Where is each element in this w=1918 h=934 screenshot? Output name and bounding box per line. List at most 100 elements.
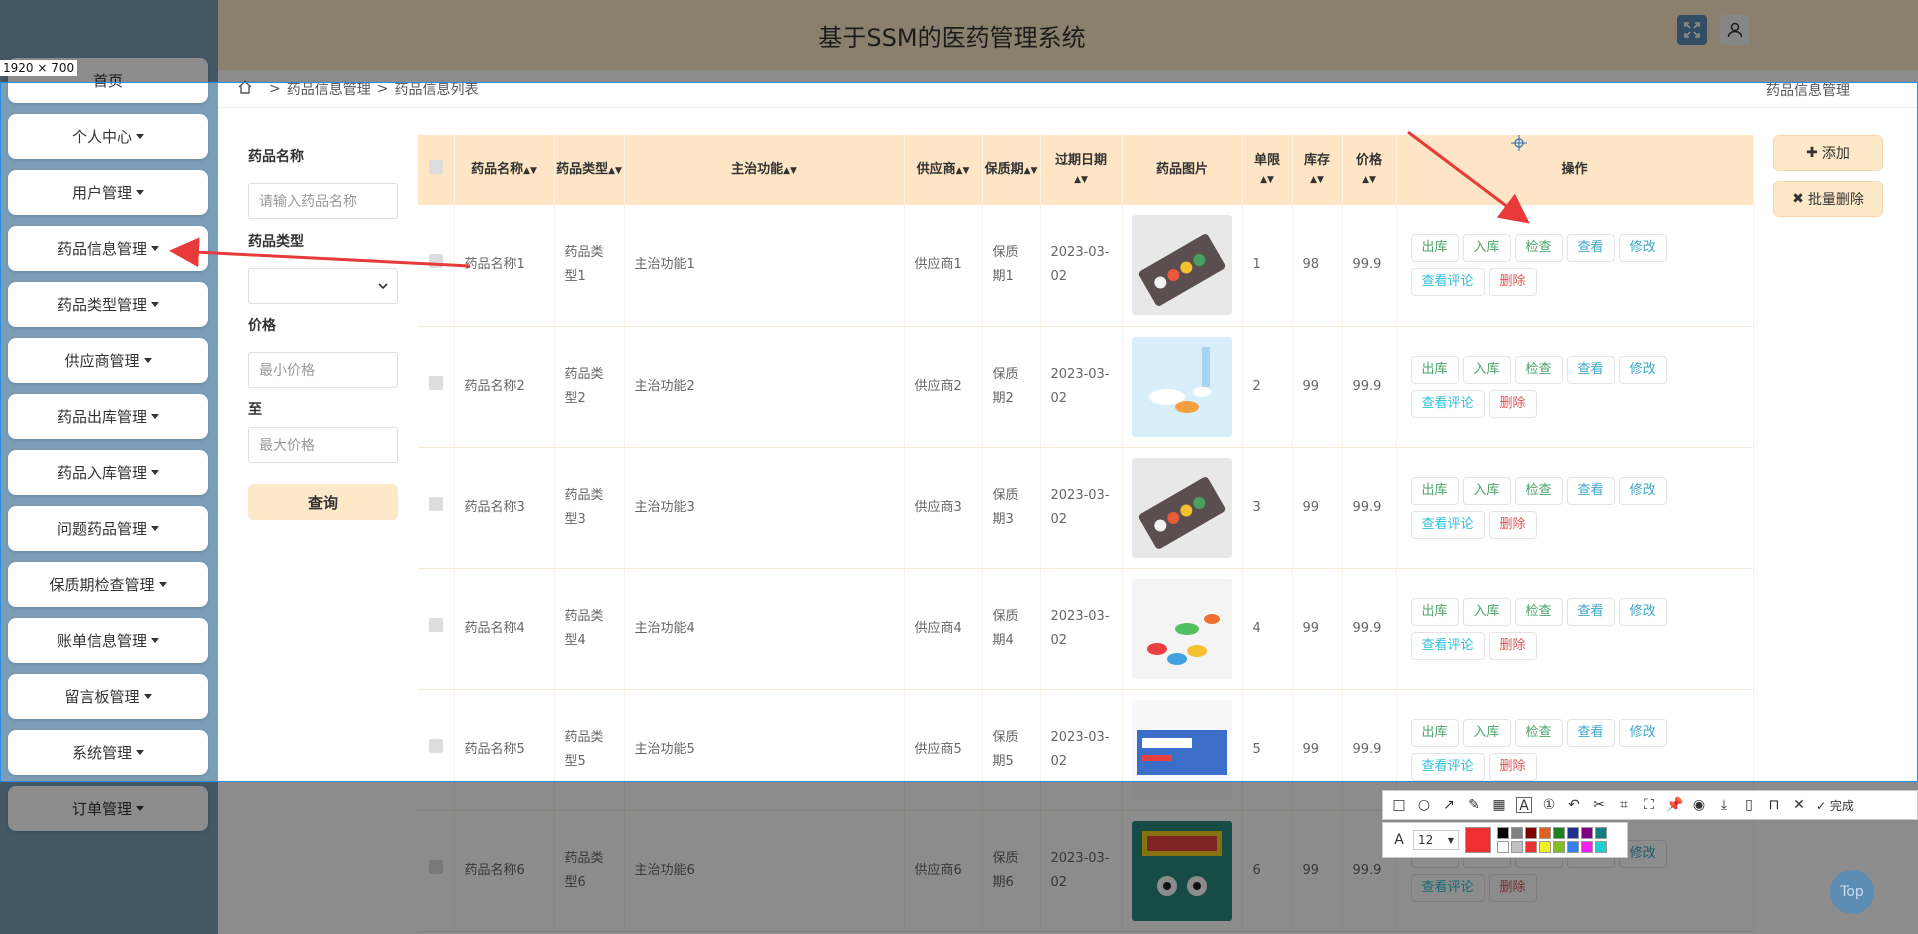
color-swatch[interactable] xyxy=(1497,827,1509,839)
stock-in-button[interactable]: 入库 xyxy=(1462,234,1511,263)
row-checkbox[interactable] xyxy=(418,568,455,690)
current-color-swatch[interactable] xyxy=(1465,827,1491,853)
view-reviews-button[interactable]: 查看评论 xyxy=(1410,873,1485,902)
back-to-top-button[interactable]: Top xyxy=(1830,870,1874,914)
close-icon[interactable]: ✕ xyxy=(1791,797,1807,813)
color-swatch[interactable] xyxy=(1525,827,1537,839)
color-swatch[interactable] xyxy=(1525,841,1537,853)
phone-icon[interactable]: ▯ xyxy=(1741,797,1757,813)
column-header-shelf-life[interactable]: 保质期▲▼ xyxy=(982,135,1041,205)
color-swatch[interactable] xyxy=(1511,827,1523,839)
column-header-limit[interactable]: 单限 ▲▼ xyxy=(1242,135,1293,205)
sidebar-item[interactable]: 用户管理 xyxy=(8,170,208,215)
sidebar-item[interactable]: 订单管理 xyxy=(8,786,208,831)
bookmark-icon[interactable]: ⊓ xyxy=(1766,797,1782,813)
color-swatch[interactable] xyxy=(1595,841,1607,853)
stock-out-button[interactable]: 出库 xyxy=(1410,234,1459,263)
delete-button[interactable]: 删除 xyxy=(1488,752,1537,781)
view-button[interactable]: 查看 xyxy=(1566,234,1615,263)
arrow-tool-icon[interactable]: ↗ xyxy=(1441,797,1457,813)
sidebar-item[interactable]: 问题药品管理 xyxy=(8,506,208,551)
sidebar-item[interactable]: 个人中心 xyxy=(8,114,208,159)
user-button[interactable] xyxy=(1720,15,1750,45)
drug-image[interactable] xyxy=(1132,699,1232,800)
column-header-stock[interactable]: 库存 ▲▼ xyxy=(1292,135,1343,205)
view-reviews-button[interactable]: 查看评论 xyxy=(1410,510,1485,539)
stock-out-button[interactable]: 出库 xyxy=(1410,718,1459,747)
drug-image[interactable] xyxy=(1132,578,1232,679)
pen-tool-icon[interactable]: ✎ xyxy=(1466,797,1482,813)
check-button[interactable]: 检查 xyxy=(1514,718,1563,747)
record-icon[interactable]: ◉ xyxy=(1691,797,1707,813)
view-button[interactable]: 查看 xyxy=(1566,718,1615,747)
view-reviews-button[interactable]: 查看评论 xyxy=(1410,752,1485,781)
color-swatch[interactable] xyxy=(1553,841,1565,853)
add-button[interactable]: ✚ 添加 xyxy=(1773,135,1883,171)
check-button[interactable]: 检查 xyxy=(1514,597,1563,626)
drug-name-input[interactable]: 请输入药品名称 xyxy=(248,183,398,219)
pin-icon[interactable]: 📌 xyxy=(1666,797,1683,813)
scan-icon[interactable]: ⛶ xyxy=(1641,797,1657,813)
breadcrumb-item-drug-info[interactable]: 药品信息管理 xyxy=(287,79,371,99)
edit-button[interactable]: 修改 xyxy=(1618,355,1667,384)
home-icon[interactable] xyxy=(237,79,253,99)
stock-out-button[interactable]: 出库 xyxy=(1410,597,1459,626)
ocr-icon[interactable]: ⌗ xyxy=(1616,797,1632,813)
stock-out-button[interactable]: 出库 xyxy=(1410,355,1459,384)
color-swatch[interactable] xyxy=(1539,841,1551,853)
row-checkbox[interactable] xyxy=(418,205,455,327)
view-button[interactable]: 查看 xyxy=(1566,597,1615,626)
stock-in-button[interactable]: 入库 xyxy=(1462,476,1511,505)
column-header-type[interactable]: 药品类型▲▼ xyxy=(554,135,625,205)
color-swatch[interactable] xyxy=(1497,841,1509,853)
column-header-price[interactable]: 价格 ▲▼ xyxy=(1342,135,1397,205)
edit-button[interactable]: 修改 xyxy=(1618,234,1667,263)
sidebar-item[interactable]: 账单信息管理 xyxy=(8,618,208,663)
sidebar-item[interactable]: 供应商管理 xyxy=(8,338,208,383)
edit-button[interactable]: 修改 xyxy=(1618,718,1667,747)
font-size-select[interactable]: 12 ▼ xyxy=(1413,830,1459,850)
sidebar-item[interactable]: 药品出库管理 xyxy=(8,394,208,439)
delete-button[interactable]: 删除 xyxy=(1488,873,1537,902)
row-checkbox[interactable] xyxy=(418,326,455,448)
view-button[interactable]: 查看 xyxy=(1566,355,1615,384)
color-swatch[interactable] xyxy=(1539,827,1551,839)
check-button[interactable]: 检查 xyxy=(1514,355,1563,384)
number-tool-icon[interactable]: ① xyxy=(1541,797,1557,813)
sidebar-item[interactable]: 药品入库管理 xyxy=(8,450,208,495)
view-button[interactable]: 查看 xyxy=(1566,476,1615,505)
drug-type-select[interactable] xyxy=(248,268,398,304)
rectangle-tool-icon[interactable]: □ xyxy=(1391,797,1407,813)
stock-in-button[interactable]: 入库 xyxy=(1462,718,1511,747)
download-icon[interactable]: ⤓ xyxy=(1716,797,1732,813)
row-checkbox[interactable] xyxy=(418,447,455,569)
edit-button[interactable]: 修改 xyxy=(1618,476,1667,505)
delete-button[interactable]: 删除 xyxy=(1488,389,1537,418)
check-button[interactable]: 检查 xyxy=(1514,234,1563,263)
drug-image[interactable] xyxy=(1132,820,1232,921)
stock-in-button[interactable]: 入库 xyxy=(1462,355,1511,384)
sidebar-item[interactable]: 留言板管理 xyxy=(8,674,208,719)
done-button[interactable]: ✓ 完成 xyxy=(1816,797,1854,814)
view-reviews-button[interactable]: 查看评论 xyxy=(1410,389,1485,418)
min-price-input[interactable]: 最小价格 xyxy=(248,352,398,388)
text-tool-icon[interactable]: A xyxy=(1516,797,1532,814)
delete-button[interactable]: 删除 xyxy=(1488,631,1537,660)
search-button[interactable]: 查询 xyxy=(248,484,398,520)
drug-image[interactable] xyxy=(1132,457,1232,558)
sidebar-item[interactable]: 系统管理 xyxy=(8,730,208,775)
column-header-name[interactable]: 药品名称▲▼ xyxy=(454,135,555,205)
row-checkbox[interactable] xyxy=(418,810,455,932)
mosaic-tool-icon[interactable]: ▦ xyxy=(1491,797,1507,813)
stock-in-button[interactable]: 入库 xyxy=(1462,597,1511,626)
view-reviews-button[interactable]: 查看评论 xyxy=(1410,631,1485,660)
check-button[interactable]: 检查 xyxy=(1514,476,1563,505)
color-swatch[interactable] xyxy=(1567,841,1579,853)
view-reviews-button[interactable]: 查看评论 xyxy=(1410,268,1485,297)
sidebar-item[interactable]: 药品类型管理 xyxy=(8,282,208,327)
max-price-input[interactable]: 最大价格 xyxy=(248,427,398,463)
select-all-checkbox[interactable] xyxy=(418,135,455,205)
drug-image[interactable] xyxy=(1132,336,1232,437)
scissors-icon[interactable]: ✂ xyxy=(1591,797,1607,813)
stock-out-button[interactable]: 出库 xyxy=(1410,476,1459,505)
